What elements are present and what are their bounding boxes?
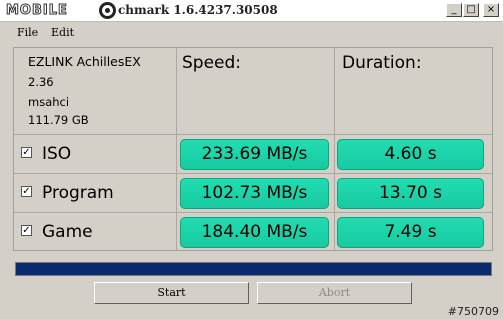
drive-size: 111.79 GB	[28, 113, 89, 127]
drive-name: EZLINK AchillesEX	[28, 54, 141, 69]
program-checkbox[interactable]: ✓	[21, 186, 32, 197]
iso-speed-value: 233.69 MB/s	[180, 139, 329, 170]
results-panel: EZLINK AchillesEX 2.36 msahci 111.79 GB …	[13, 47, 493, 251]
minimize-button[interactable]: _	[446, 3, 462, 17]
test-name-game: Game	[42, 222, 93, 242]
title-bar: MOBILE chmark 1.6.4237.30508 _ □ ×	[0, 0, 503, 22]
iso-checkbox[interactable]: ✓	[21, 147, 32, 158]
start-button[interactable]: Start	[94, 282, 249, 304]
iso-duration-value: 4.60 s	[337, 139, 484, 170]
logo-face-icon	[99, 2, 116, 19]
game-checkbox[interactable]: ✓	[21, 225, 32, 236]
game-duration-value: 7.49 s	[337, 217, 484, 248]
program-speed-value: 102.73 MB/s	[180, 178, 329, 209]
menu-bar: File Edit	[0, 23, 503, 41]
row-divider	[14, 212, 492, 213]
maximize-button[interactable]: □	[463, 3, 479, 17]
menu-file[interactable]: File	[17, 26, 38, 39]
program-duration-value: 13.70 s	[337, 178, 484, 209]
abort-button[interactable]: Abort	[257, 282, 412, 304]
row-divider	[14, 134, 492, 135]
progress-bar	[15, 262, 492, 276]
drive-firmware: 2.36	[28, 75, 54, 89]
row-divider	[14, 173, 492, 174]
column-divider	[334, 48, 335, 251]
test-name-iso: ISO	[42, 144, 72, 164]
watermark-label: #750709	[447, 305, 499, 318]
speed-header: Speed:	[182, 53, 242, 73]
game-speed-value: 184.40 MB/s	[180, 217, 329, 248]
drive-driver: msahci	[28, 95, 70, 109]
test-name-program: Program	[42, 183, 114, 203]
app-logo: MOBILE	[6, 3, 68, 19]
window-title: chmark 1.6.4237.30508	[118, 3, 278, 17]
column-divider	[176, 48, 177, 251]
duration-header: Duration:	[342, 53, 422, 73]
menu-edit[interactable]: Edit	[51, 26, 74, 39]
close-button[interactable]: ×	[483, 3, 499, 17]
